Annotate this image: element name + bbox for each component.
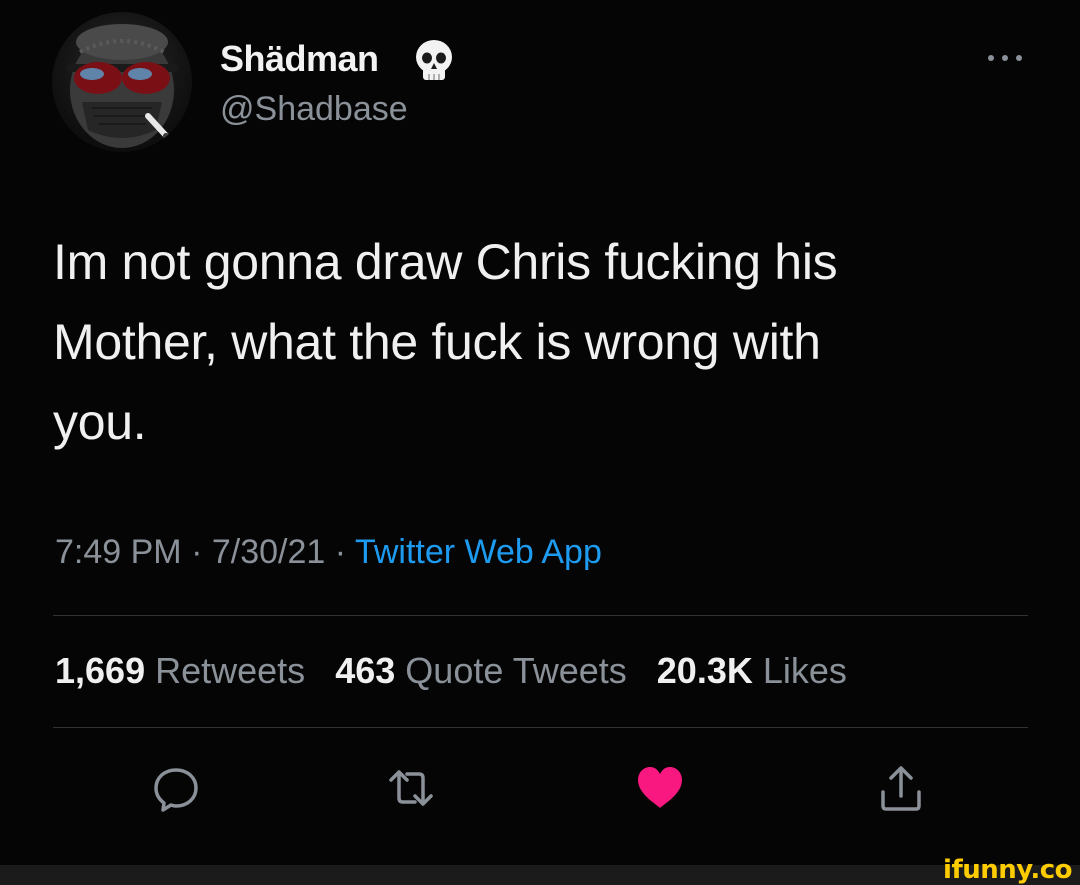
tweet-source-link[interactable]: Twitter Web App (355, 533, 602, 571)
reply-icon (154, 768, 198, 812)
more-options-icon[interactable] (985, 52, 1025, 64)
divider (53, 615, 1028, 616)
likes-stat[interactable]: 20.3K Likes (657, 650, 847, 691)
quote-tweets-count: 463 (335, 650, 396, 691)
likes-count: 20.3K (656, 650, 753, 691)
reply-button[interactable] (150, 762, 202, 814)
avatar[interactable] (52, 12, 192, 152)
tweet-time[interactable]: 7:49 PM (55, 533, 182, 571)
divider (53, 727, 1028, 728)
display-name[interactable]: Shädman (220, 38, 379, 80)
retweets-stat[interactable]: 1,669 Retweets (55, 650, 305, 691)
share-icon (881, 766, 921, 811)
quote-tweets-label: Quote Tweets (405, 650, 627, 691)
retweets-label: Retweets (155, 650, 306, 691)
tweet-text: Im not gonna draw Chris fucking his Moth… (53, 222, 1013, 462)
quote-tweets-stat[interactable]: 463 Quote Tweets (335, 650, 627, 691)
meta-separator: · (191, 533, 203, 571)
skull-icon (416, 40, 452, 80)
watermark-bar (0, 865, 1080, 885)
user-handle[interactable]: @Shadbase (220, 90, 408, 129)
ifunny-watermark: ifunny.co (943, 855, 1072, 885)
tweet-card: Shädman @Shadbase Im not gonna draw Chri… (0, 0, 1080, 865)
share-button[interactable] (875, 762, 927, 814)
tweet-text-line: Mother, what the fuck is wrong with (53, 314, 821, 370)
heart-icon (638, 767, 682, 808)
retweet-button[interactable] (385, 762, 437, 814)
likes-label: Likes (762, 650, 847, 691)
like-button[interactable] (634, 762, 686, 814)
tweet-text-line: you. (53, 394, 147, 450)
tweet-metadata: 7:49 PM · 7/30/21 · Twitter Web App (55, 533, 602, 572)
tweet-date[interactable]: 7/30/21 (212, 533, 325, 571)
meta-separator: · (334, 533, 347, 571)
retweet-icon (389, 770, 433, 806)
retweets-count: 1,669 (55, 650, 146, 691)
tweet-text-line: Im not gonna draw Chris fucking his (53, 234, 838, 290)
avatar-image (66, 24, 178, 148)
engagement-stats: 1,669 Retweets 463 Quote Tweets 20.3K Li… (55, 650, 867, 692)
